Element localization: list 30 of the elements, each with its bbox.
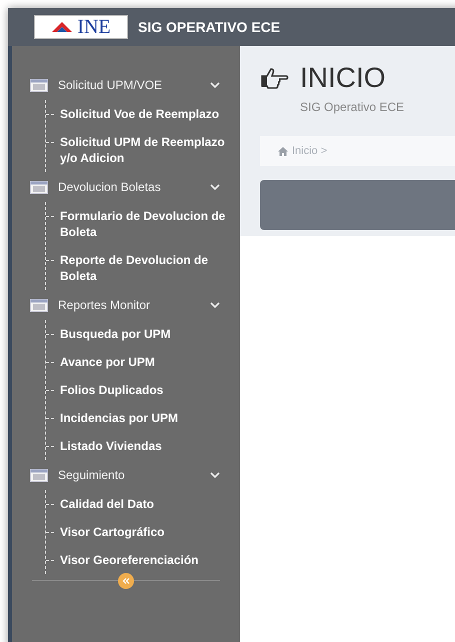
sidebar-group[interactable]: Reportes Monitor xyxy=(12,290,240,320)
page-title: INICIO xyxy=(300,64,386,92)
sidebar-link[interactable]: Formulario de Devolucion de Boleta xyxy=(60,208,240,240)
sidebar-link[interactable]: Listado Viviendas xyxy=(60,438,166,454)
home-icon xyxy=(278,146,288,156)
sidebar-group[interactable]: Devolucion Boletas xyxy=(12,172,240,202)
sidebar-link[interactable]: Calidad del Dato xyxy=(60,496,158,512)
sidebar-link[interactable]: Reporte de Devolucion de Boleta xyxy=(60,252,240,284)
sidebar-link[interactable]: Busqueda por UPM xyxy=(60,326,175,342)
sidebar-group[interactable]: Seguimiento xyxy=(12,460,240,490)
double-chevron-left-icon xyxy=(122,578,130,584)
list-icon xyxy=(30,78,48,92)
logo[interactable]: INE xyxy=(34,15,128,39)
logo-mark-icon xyxy=(51,21,74,33)
sidebar-link[interactable]: Folios Duplicados xyxy=(60,382,168,398)
sidebar-link[interactable]: Visor Georeferenciación xyxy=(60,552,203,568)
list-icon xyxy=(30,180,48,194)
sidebar-link[interactable]: Solicitud Voe de Reemplazo xyxy=(60,106,224,122)
list-icon xyxy=(30,298,48,312)
sidebar-link[interactable]: Solicitud UPM de Reemplazo y/o Adicion xyxy=(60,134,240,166)
sidebar-link[interactable]: Visor Cartográfico xyxy=(60,524,168,540)
logo-text: INE xyxy=(77,17,111,37)
app-title: SIG OPERATIVO ECE xyxy=(138,18,280,36)
sidebar-link[interactable]: Avance por UPM xyxy=(60,354,159,370)
collapse-sidebar-button[interactable] xyxy=(118,573,134,589)
pointing-hand-icon xyxy=(260,67,290,89)
sidebar-group[interactable]: Solicitud UPM/VOE xyxy=(12,70,240,100)
list-icon xyxy=(30,468,48,482)
sidebar-link[interactable]: Incidencias por UPM xyxy=(60,410,182,426)
page-subtitle: SIG Operativo ECE xyxy=(300,99,406,116)
